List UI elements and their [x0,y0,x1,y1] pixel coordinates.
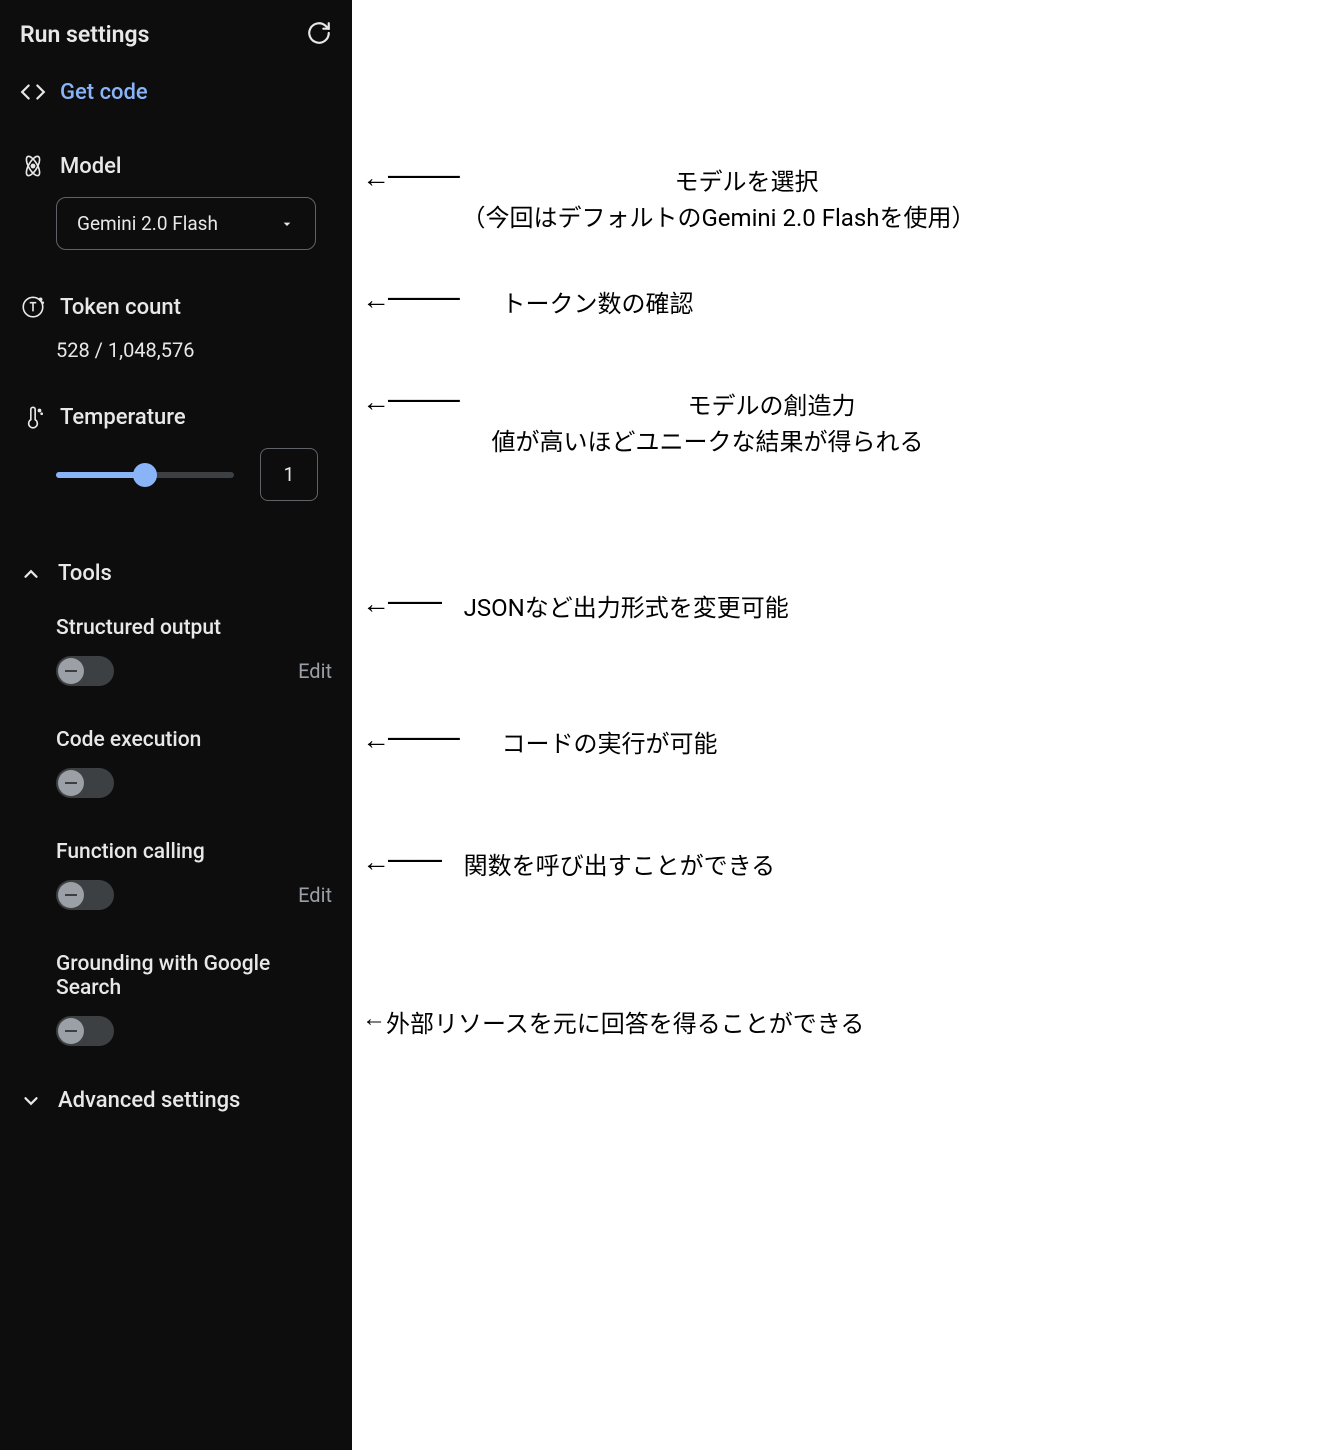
structured-output-toggle[interactable] [56,656,114,686]
code-execution-label: Code execution [56,728,332,752]
function-calling-edit[interactable]: Edit [298,883,332,907]
arrow-left-icon: ←——— [362,590,440,618]
annotations-area: ←———— モデルを選択 （今回はデフォルトのGemini 2.0 Flashを… [352,0,1328,1450]
model-label: Model [60,154,122,179]
temperature-header: Temperature [20,404,332,430]
toggle-thumb [58,882,84,908]
annotation-code-exec: ←———— コードの実行が可能 [362,726,717,762]
arrow-left-icon: ←———— [362,388,457,416]
arrow-left-icon: ←——— [362,848,440,876]
grounding-toggle[interactable] [56,1016,114,1046]
annotation-temp-line1: モデルの創造力 [491,388,1051,424]
grounding-label: Grounding with Google Search [56,952,332,1000]
advanced-settings-toggle[interactable]: Advanced settings [20,1088,332,1113]
structured-output-label: Structured output [56,616,332,640]
annotation-func-call-text: 関数を呼び出すことができる [444,848,776,884]
model-select-wrapper: Gemini 2.0 Flash [56,197,332,250]
get-code-link[interactable]: Get code [60,80,148,105]
refresh-icon [306,20,332,46]
annotation-model: ←———— モデルを選択 （今回はデフォルトのGemini 2.0 Flashを… [362,164,1031,236]
annotation-func-call: ←——— 関数を呼び出すことができる [362,848,775,884]
slider-fill [56,472,145,478]
model-section-header: Model [20,153,332,179]
structured-output-edit[interactable]: Edit [298,659,332,683]
temperature-control: 1 [56,448,332,501]
token-count-value: 528 / 1,048,576 [56,338,332,362]
annotation-temperature: ←———— モデルの創造力 値が高いほどユニークな結果が得られる [362,388,1051,460]
model-select[interactable]: Gemini 2.0 Flash [56,197,316,250]
arrow-left-icon: ←———— [362,726,457,754]
panel-title: Run settings [20,21,149,48]
thermometer-icon [20,404,46,430]
slider-thumb[interactable] [133,463,157,487]
arrow-left-icon: ←———— [362,164,457,192]
toggle-thumb [58,770,84,796]
chevron-down-icon [279,216,295,232]
chevron-up-icon [20,563,42,585]
arrow-left-icon: ←———— [362,286,457,314]
token-count-label: Token count [60,295,181,320]
annotation-grounding-text: 外部リソースを元に回答を得ることができる [386,1006,864,1042]
annotation-token-text: トークン数の確認 [461,286,693,322]
function-calling-label: Function calling [56,840,332,864]
tools-label: Tools [58,561,112,586]
panel-header: Run settings [20,16,332,49]
toggle-thumb [58,1018,84,1044]
model-selected-value: Gemini 2.0 Flash [77,212,218,235]
annotation-structured-text: JSONなど出力形式を変更可能 [444,590,789,626]
toggle-thumb [58,658,84,684]
grounding-item: Grounding with Google Search [56,952,332,1046]
annotation-temp-line2: 値が高いほどユニークな結果が得られる [491,424,1051,460]
function-calling-toggle[interactable] [56,880,114,910]
run-settings-panel: Run settings Get code Model Gemini 2.0 F… [0,0,352,1450]
annotation-model-line2: （今回はデフォルトのGemini 2.0 Flashを使用） [461,200,1031,236]
atom-icon [20,153,46,179]
tools-section-toggle[interactable]: Tools [20,561,332,586]
annotation-grounding: ← 外部リソースを元に回答を得ることができる [362,1006,864,1042]
refresh-button[interactable] [306,20,332,49]
temperature-value[interactable]: 1 [260,448,318,501]
function-calling-item: Function calling Edit [56,840,332,910]
structured-output-item: Structured output Edit [56,616,332,686]
temperature-label: Temperature [60,405,186,430]
code-execution-toggle[interactable] [56,768,114,798]
temperature-slider[interactable] [56,472,234,478]
token-count-header: Token count [20,294,332,320]
advanced-settings-label: Advanced settings [58,1088,240,1113]
get-code-row[interactable]: Get code [20,79,332,105]
annotation-token: ←———— トークン数の確認 [362,286,693,322]
arrow-left-icon: ← [362,1006,382,1030]
chevron-down-icon [20,1090,42,1112]
annotation-structured: ←——— JSONなど出力形式を変更可能 [362,590,789,626]
code-execution-item: Code execution [56,728,332,798]
annotation-code-exec-text: コードの実行が可能 [461,726,717,762]
annotation-model-line1: モデルを選択 [461,164,1031,200]
code-icon [20,79,46,105]
token-icon [20,294,46,320]
